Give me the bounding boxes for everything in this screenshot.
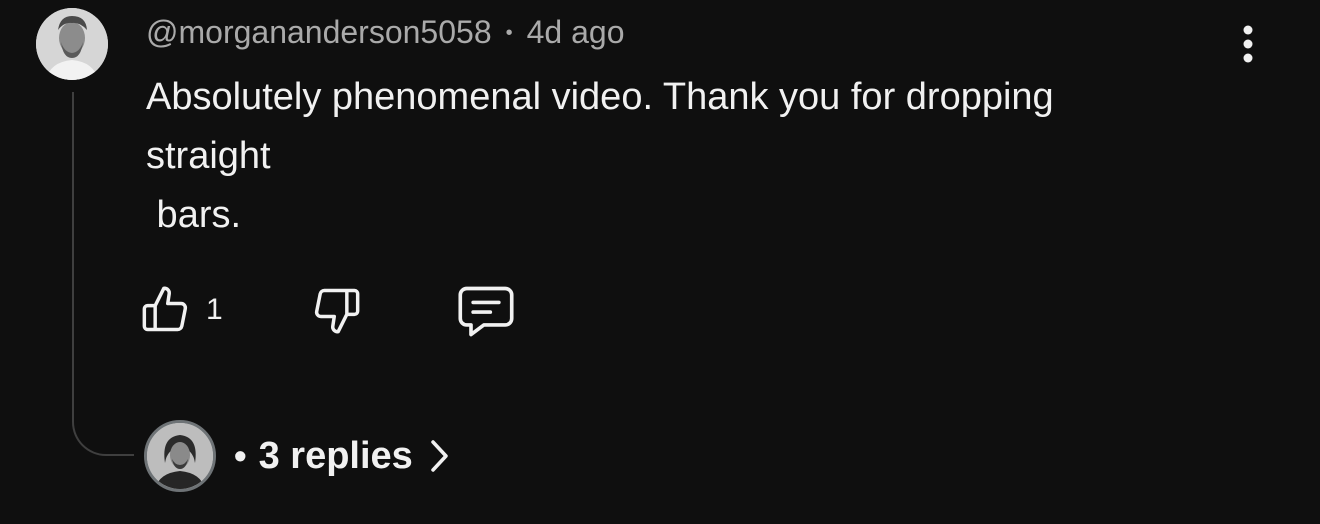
replies-separator: • — [234, 435, 247, 476]
author-avatar[interactable] — [36, 8, 108, 80]
comment-text-line: bars. — [146, 194, 242, 236]
like-button[interactable]: 1 — [140, 284, 223, 336]
dislike-button[interactable] — [310, 284, 362, 336]
comment-header: @morgananderson5058 • 4d ago — [146, 12, 625, 52]
like-count: 1 — [206, 293, 223, 326]
author-handle[interactable]: @morgananderson5058 — [146, 14, 492, 51]
chevron-right-icon — [429, 438, 451, 474]
more-vertical-icon — [1243, 25, 1253, 63]
thumbs-up-icon — [142, 286, 188, 332]
header-separator: • — [505, 21, 513, 44]
view-replies-button[interactable]: • 3 replies — [144, 418, 451, 494]
reply-author-avatar — [144, 420, 216, 492]
replies-count-label: 3 replies — [258, 434, 413, 477]
author-avatar-image — [36, 8, 108, 80]
reply-button[interactable] — [456, 284, 516, 338]
comment-text-line: Absolutely phenomenal video. Thank you f… — [146, 76, 1054, 118]
reply-avatar-image — [147, 423, 213, 489]
comment-text-line: straight — [146, 135, 271, 177]
reply-thread-connector — [72, 92, 134, 456]
comment-menu-button[interactable] — [1228, 20, 1268, 68]
comment-reply-icon — [458, 286, 514, 337]
thumbs-down-icon — [314, 288, 360, 334]
comment-timestamp: 4d ago — [526, 13, 625, 50]
comment-body: Absolutely phenomenal video. Thank you f… — [146, 68, 1216, 245]
